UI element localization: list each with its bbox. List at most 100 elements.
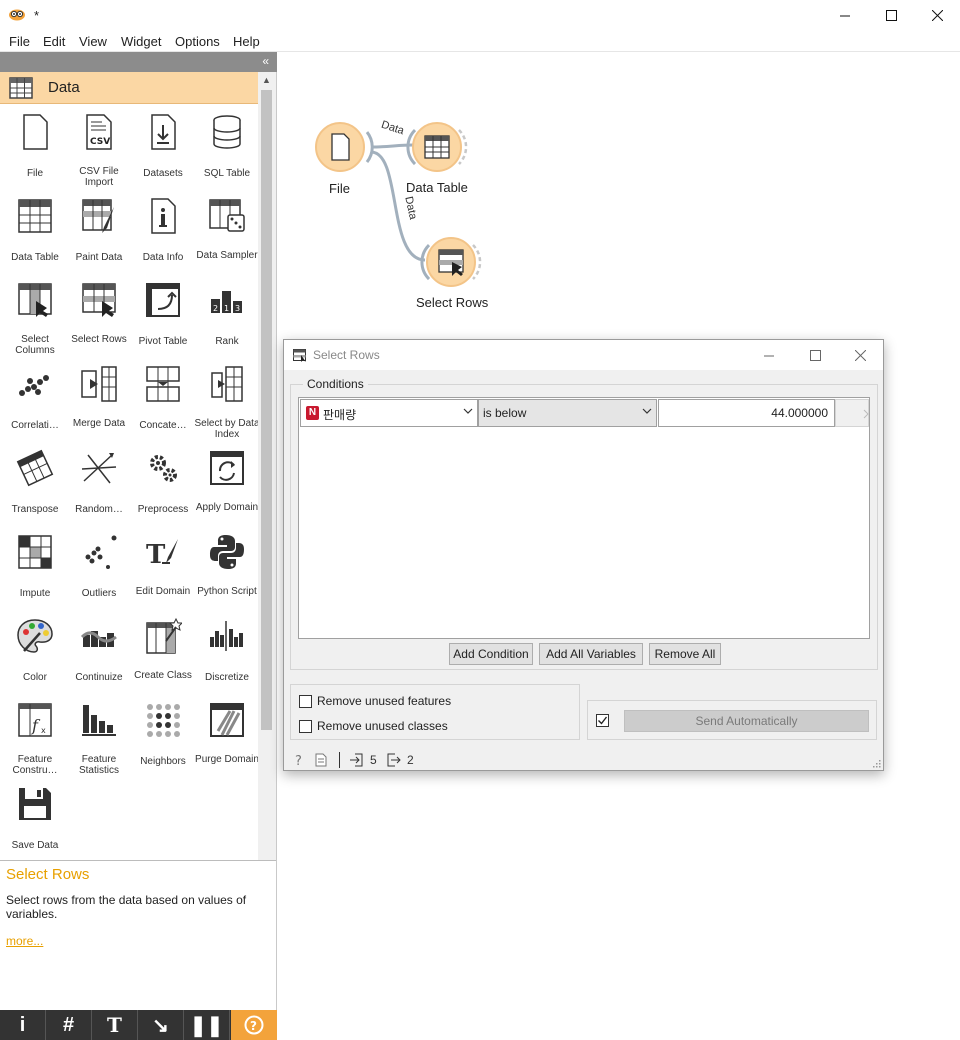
dialog-minimize-button[interactable] xyxy=(746,340,792,370)
tool-continuize[interactable]: Continuize xyxy=(66,612,130,696)
help-icon[interactable]: ? xyxy=(294,753,306,767)
dialog-close-button[interactable] xyxy=(837,340,883,370)
tool-randomize[interactable]: Random… xyxy=(66,444,130,528)
node-select-rows-label[interactable]: Select Rows xyxy=(416,295,488,310)
remove-icon xyxy=(863,409,869,419)
remove-features-checkbox[interactable] xyxy=(299,695,312,708)
tool-data-table[interactable]: Data Table xyxy=(2,192,66,276)
report-icon[interactable] xyxy=(315,753,327,767)
tool-sql-table[interactable]: SQL Table xyxy=(194,108,258,192)
conditions-label: Conditions xyxy=(303,377,368,391)
tool-impute[interactable]: Impute xyxy=(2,528,66,612)
tool-select-rows[interactable]: Select Rows xyxy=(66,276,130,360)
more-link[interactable]: more... xyxy=(6,934,43,948)
remove-condition-button[interactable] xyxy=(835,399,869,427)
description-title: Select Rows xyxy=(6,866,90,883)
menu-widget[interactable]: Widget xyxy=(121,34,161,49)
info-icon: i xyxy=(19,1013,26,1036)
tool-rank[interactable]: 213 Rank xyxy=(194,276,258,360)
remove-features-label: Remove unused features xyxy=(317,694,452,708)
minimize-button[interactable] xyxy=(822,0,868,30)
tool-paint-data[interactable]: Paint Data xyxy=(66,192,130,276)
minimize-icon xyxy=(839,15,850,16)
tool-preprocess[interactable]: Preprocess xyxy=(130,444,194,528)
tool-concatenate[interactable]: Concate… xyxy=(130,360,194,444)
dialog-title-bar[interactable]: Select Rows xyxy=(284,340,883,370)
workflow-links xyxy=(315,122,482,287)
text-annotation-button[interactable]: T xyxy=(92,1010,138,1040)
close-button[interactable] xyxy=(914,0,960,30)
menu-help[interactable]: Help xyxy=(233,34,260,49)
tool-feature-constructor[interactable]: fx Feature Constru… xyxy=(2,696,66,780)
resize-grip-icon[interactable] xyxy=(873,760,881,768)
tool-pivot-table[interactable]: Pivot Table xyxy=(130,276,194,360)
discretize-icon xyxy=(210,621,243,651)
arrow-annotation-button[interactable]: ↘ xyxy=(138,1010,184,1040)
variable-combo[interactable]: N 판매량 xyxy=(300,399,478,427)
node-file-output-ring xyxy=(365,131,374,163)
collapse-icon[interactable]: « xyxy=(262,54,269,68)
scroll-up-icon[interactable]: ▲ xyxy=(258,72,275,89)
tool-select-by-data-index[interactable]: Select by Data Index xyxy=(194,360,260,444)
select-rows-icon xyxy=(293,349,306,362)
tool-merge-data[interactable]: Merge Data xyxy=(66,360,130,444)
input-icon xyxy=(350,753,363,767)
tool-file[interactable]: File xyxy=(2,108,66,192)
tool-neighbors[interactable]: Neighbors xyxy=(130,696,194,780)
text-icon: T xyxy=(107,1013,122,1037)
conditions-group: Conditions N 판매량 is below 44.000000 Add … xyxy=(290,377,878,670)
dialog-maximize-button[interactable] xyxy=(792,340,838,370)
operator-combo[interactable]: is below xyxy=(478,399,657,427)
tool-data-info[interactable]: Data Info xyxy=(130,192,194,276)
tool-discretize[interactable]: Discretize xyxy=(194,612,258,696)
tool-outliers[interactable]: Outliers xyxy=(66,528,130,612)
randomize-icon xyxy=(81,453,117,484)
tool-scrollbar[interactable]: ▲ ▼ xyxy=(258,72,275,899)
pause-button[interactable]: ❚❚ xyxy=(184,1010,230,1040)
download-icon xyxy=(151,114,176,150)
remove-all-button[interactable]: Remove All xyxy=(649,643,721,665)
value-input[interactable]: 44.000000 xyxy=(658,399,835,427)
tool-purge-domain[interactable]: Purge Domain xyxy=(194,696,259,780)
canvas-toolbar: i # T ↘ ❚❚ ? xyxy=(0,1010,277,1040)
node-file-label[interactable]: File xyxy=(329,181,350,196)
help-button[interactable]: ? xyxy=(231,1010,277,1040)
menu-edit[interactable]: Edit xyxy=(43,34,65,49)
impute-icon xyxy=(18,535,52,569)
link-file-to-select-rows xyxy=(370,150,426,262)
svg-text:?: ? xyxy=(250,1019,257,1033)
tool-color[interactable]: Color xyxy=(2,612,66,696)
dock-header: « xyxy=(0,52,277,72)
arrow-icon: ↘ xyxy=(152,1014,169,1037)
tool-edit-domain[interactable]: T Edit Domain xyxy=(130,528,194,612)
table-icon xyxy=(18,199,52,233)
node-data-table-label[interactable]: Data Table xyxy=(406,180,468,195)
menu-file[interactable]: File xyxy=(9,34,30,49)
gears-icon xyxy=(150,455,177,482)
tool-datasets[interactable]: Datasets xyxy=(130,108,194,192)
category-label: Data xyxy=(48,79,80,96)
send-automatically-button[interactable]: Send Automatically xyxy=(624,710,869,732)
auto-send-checkbox[interactable] xyxy=(596,714,609,727)
tool-select-columns[interactable]: Select Columns xyxy=(2,276,66,360)
tool-correlations[interactable]: Correlati… xyxy=(2,360,66,444)
tool-csv-file-import[interactable]: CSV CSV File Import xyxy=(66,108,130,192)
tool-feature-statistics[interactable]: Feature Statistics xyxy=(66,696,130,780)
tool-create-class[interactable]: Create Class xyxy=(130,612,194,696)
maximize-button[interactable] xyxy=(868,0,914,30)
sampler-icon xyxy=(209,199,245,232)
grid-button[interactable]: # xyxy=(46,1010,92,1040)
tool-save-data[interactable]: Save Data xyxy=(2,780,66,864)
menu-view[interactable]: View xyxy=(79,34,107,49)
scroll-thumb[interactable] xyxy=(261,90,272,730)
remove-classes-checkbox[interactable] xyxy=(299,720,312,733)
tool-apply-domain[interactable]: Apply Domain xyxy=(194,444,258,528)
add-condition-button[interactable]: Add Condition xyxy=(449,643,533,665)
category-data[interactable]: Data xyxy=(0,72,258,104)
add-all-variables-button[interactable]: Add All Variables xyxy=(539,643,643,665)
tool-transpose[interactable]: Transpose xyxy=(2,444,66,528)
tool-data-sampler[interactable]: Data Sampler xyxy=(194,192,258,276)
info-button[interactable]: i xyxy=(0,1010,46,1040)
tool-python-script[interactable]: Python Script xyxy=(194,528,258,612)
menu-options[interactable]: Options xyxy=(175,34,220,49)
